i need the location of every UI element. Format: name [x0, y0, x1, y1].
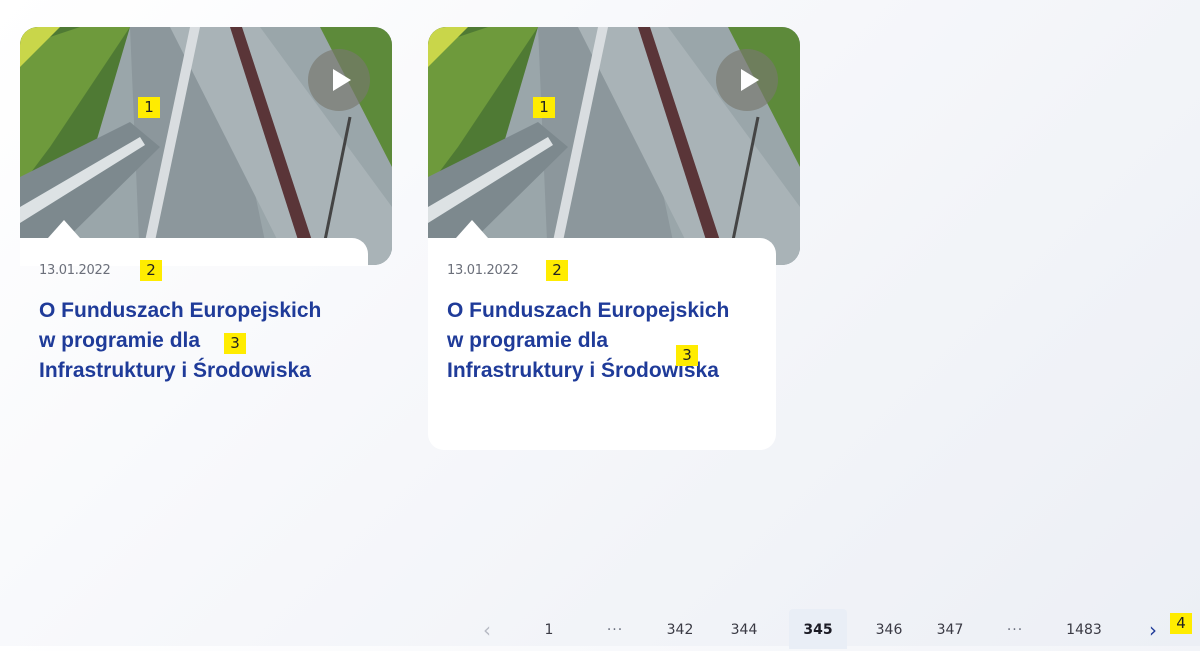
video-thumbnail[interactable] — [20, 27, 392, 265]
annotation-marker: 3 — [224, 333, 246, 354]
card-notch — [48, 220, 80, 238]
page-link-current[interactable]: 345 — [789, 609, 847, 649]
card-notch — [456, 220, 488, 238]
page-link[interactable]: 1483 — [1058, 609, 1110, 649]
play-button[interactable] — [308, 49, 370, 111]
card-date: 13.01.2022 — [39, 263, 111, 278]
play-icon — [332, 69, 351, 91]
chevron-left-icon[interactable]: ‹ — [472, 609, 502, 649]
page-ellipsis: ··· — [606, 622, 624, 638]
page-link[interactable]: 347 — [930, 609, 970, 649]
annotation-marker: 2 — [140, 260, 162, 281]
page-link[interactable]: 342 — [660, 609, 700, 649]
annotation-marker: 1 — [138, 97, 160, 118]
play-icon — [740, 69, 759, 91]
card-info: 13.01.2022 O Funduszach Europejskich w p… — [428, 238, 776, 450]
card-title[interactable]: O Funduszach Europejskich w programie dl… — [39, 296, 339, 386]
page-link[interactable]: 346 — [869, 609, 909, 649]
annotation-marker: 1 — [533, 97, 555, 118]
card-info: 13.01.2022 O Funduszach Europejskich w p… — [20, 238, 368, 450]
play-button[interactable] — [716, 49, 778, 111]
page-link[interactable]: 1 — [534, 609, 564, 649]
annotation-marker: 3 — [676, 345, 698, 366]
annotation-marker: 4 — [1170, 613, 1192, 634]
article-card[interactable]: 13.01.2022 O Funduszach Europejskich w p… — [20, 27, 392, 382]
article-card[interactable]: 13.01.2022 O Funduszach Europejskich w p… — [428, 27, 800, 450]
video-thumbnail[interactable] — [428, 27, 800, 265]
page-ellipsis: ··· — [1006, 622, 1024, 638]
card-title[interactable]: O Funduszach Europejskich w programie dl… — [447, 296, 747, 386]
chevron-right-icon[interactable]: › — [1140, 609, 1166, 649]
annotation-marker: 2 — [546, 260, 568, 281]
pagination: ‹ 1 ··· 342 344 345 346 347 ··· 1483 › 4 — [460, 609, 1200, 649]
card-date: 13.01.2022 — [447, 263, 519, 278]
page-link[interactable]: 344 — [724, 609, 764, 649]
